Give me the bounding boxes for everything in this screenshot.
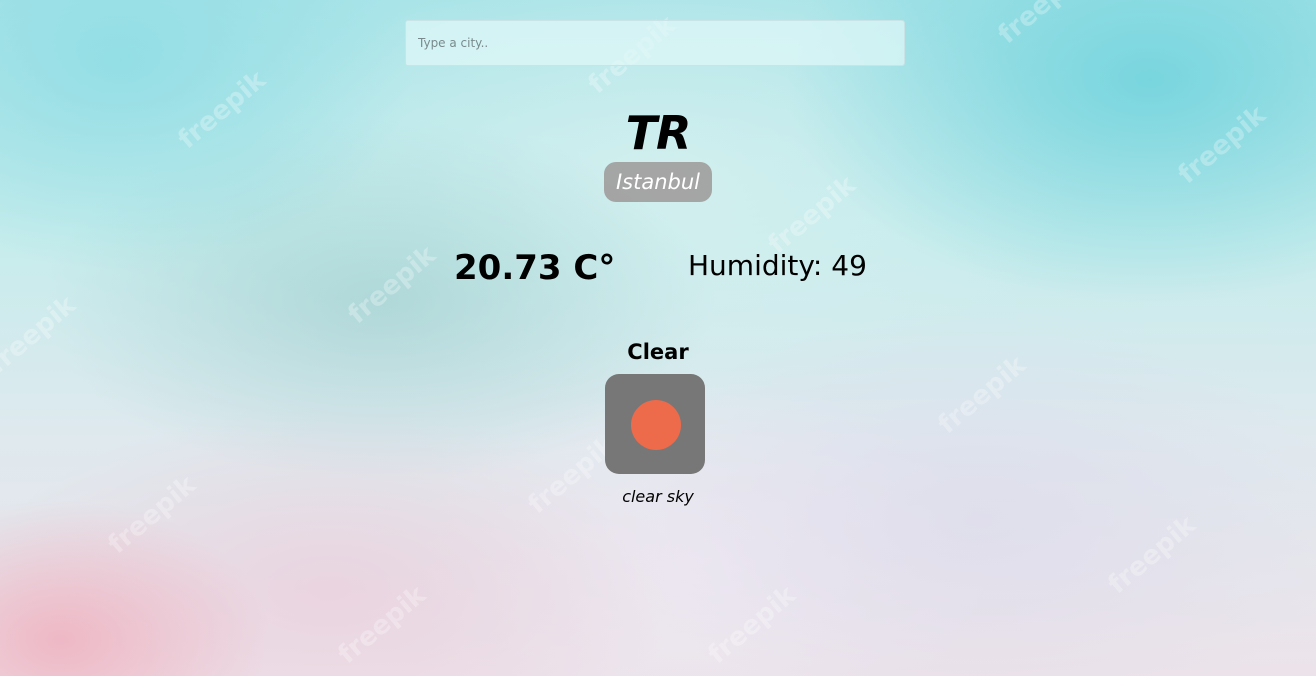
humidity-value: Humidity: 49 — [688, 249, 867, 282]
background-watermark: freepik — [332, 580, 432, 670]
country-code: TR — [625, 106, 692, 160]
weather-icon-tile — [605, 374, 705, 474]
city-badge-row: Istanbul — [0, 162, 1316, 202]
temperature-value: 20.73 C° — [454, 248, 616, 288]
city-search-input[interactable] — [405, 20, 905, 66]
search-bar — [405, 20, 905, 66]
background-watermark: freepik — [1102, 510, 1202, 600]
background-watermark: freepik — [702, 580, 802, 670]
sun-icon — [631, 400, 681, 450]
background-watermark: freepik — [992, 0, 1092, 50]
background-watermark: freepik — [0, 290, 82, 380]
background-watermark: freepik — [102, 470, 202, 560]
city-name-badge: Istanbul — [603, 162, 713, 202]
weather-description: clear sky — [622, 487, 694, 506]
background-watermark: freepik — [342, 240, 442, 330]
weather-condition: Clear — [627, 340, 689, 364]
